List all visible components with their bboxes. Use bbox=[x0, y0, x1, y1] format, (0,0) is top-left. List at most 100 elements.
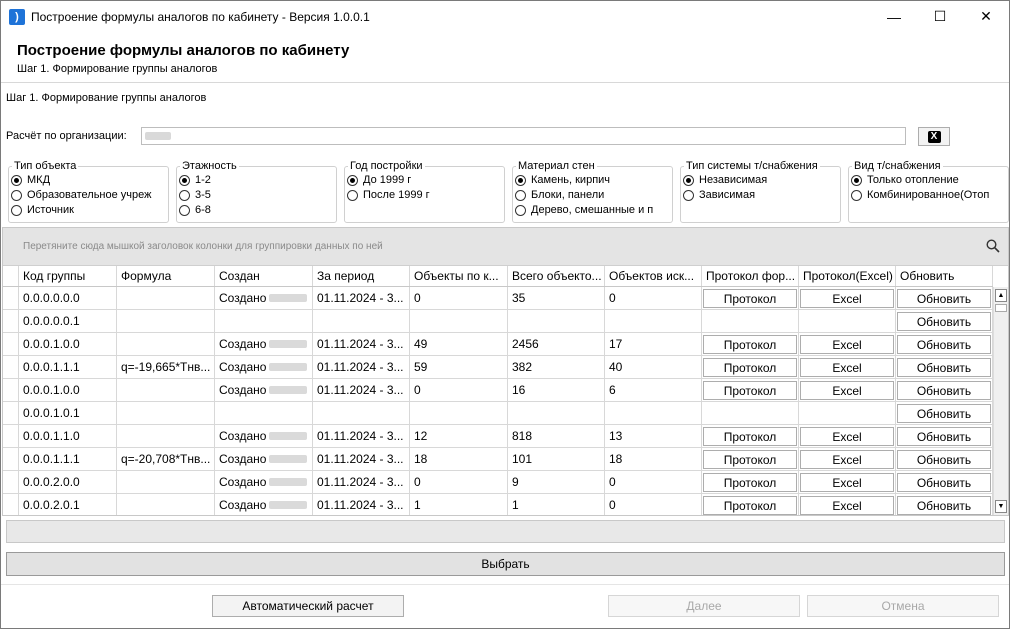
radio-button[interactable] bbox=[179, 189, 190, 201]
protocol-button[interactable]: Протокол bbox=[703, 473, 797, 492]
column-header[interactable]: Объектов иск... bbox=[605, 266, 702, 286]
filter-option[interactable]: 1-2 bbox=[179, 174, 335, 186]
protocol-button[interactable]: Протокол bbox=[703, 358, 797, 377]
protocol-button[interactable]: Протокол bbox=[703, 450, 797, 469]
row-indicator[interactable] bbox=[3, 287, 19, 309]
row-indicator[interactable] bbox=[3, 379, 19, 401]
table-row[interactable]: 0.0.0.0.0.0 Создано 01.11.2024 - 3... 0 35 0 П… bbox=[3, 287, 993, 310]
radio-button[interactable] bbox=[851, 189, 862, 201]
filter-option[interactable]: До 1999 г bbox=[347, 174, 503, 186]
refresh-button[interactable]: Обновить bbox=[897, 381, 991, 400]
filter-option[interactable]: 3-5 bbox=[179, 189, 335, 201]
filter-option[interactable]: Дерево, смешанные и п bbox=[515, 204, 671, 216]
table-row[interactable]: 0.0.0.2.0.0 Создано 01.11.2024 - 3... 0 9 0 Пр… bbox=[3, 471, 993, 494]
maximize-button[interactable]: ☐ bbox=[917, 1, 963, 32]
excel-button[interactable]: Excel bbox=[800, 427, 894, 446]
radio-button[interactable] bbox=[851, 174, 862, 186]
scroll-down-icon[interactable]: ▼ bbox=[995, 500, 1007, 513]
column-header[interactable]: Протокол(Excel) bbox=[799, 266, 896, 286]
row-indicator[interactable] bbox=[3, 310, 19, 332]
minimize-button[interactable]: — bbox=[871, 1, 917, 32]
filter-option[interactable]: После 1999 г bbox=[347, 189, 503, 201]
table-row[interactable]: 0.0.0.2.0.1 Создано 01.11.2024 - 3... 1 1 0 Пр… bbox=[3, 494, 993, 515]
protocol-button[interactable]: Протокол bbox=[703, 496, 797, 515]
row-indicator[interactable] bbox=[3, 494, 19, 515]
radio-button[interactable] bbox=[515, 189, 526, 201]
vertical-scrollbar[interactable]: ▲ ▼ bbox=[993, 287, 1008, 515]
refresh-button[interactable]: Обновить bbox=[897, 404, 991, 423]
radio-button[interactable] bbox=[11, 189, 22, 201]
excel-button[interactable]: Excel bbox=[800, 450, 894, 469]
refresh-button[interactable]: Обновить bbox=[897, 358, 991, 377]
protocol-button[interactable]: Протокол bbox=[703, 427, 797, 446]
table-row[interactable]: 0.0.0.1.1.1 q=-19,665*Tнв... Создано 01.11.… bbox=[3, 356, 993, 379]
filter-option[interactable]: Комбинированное(Отоп bbox=[851, 189, 1007, 201]
radio-button[interactable] bbox=[11, 204, 22, 216]
radio-button[interactable] bbox=[179, 204, 190, 216]
column-header[interactable]: Обновить bbox=[896, 266, 993, 286]
filter-option[interactable]: Независимая bbox=[683, 174, 839, 186]
excel-button[interactable]: Excel bbox=[800, 335, 894, 354]
row-indicator[interactable] bbox=[3, 448, 19, 470]
radio-button[interactable] bbox=[683, 174, 694, 186]
select-button[interactable]: Выбрать bbox=[6, 552, 1005, 576]
excel-button[interactable]: Excel bbox=[800, 358, 894, 377]
column-header[interactable]: Формула bbox=[117, 266, 215, 286]
filter-option[interactable]: Только отопление bbox=[851, 174, 1007, 186]
table-row[interactable]: 0.0.0.0.0.1 Обновить bbox=[3, 310, 993, 333]
table-row[interactable]: 0.0.0.1.1.0 Создано 01.11.2024 - 3... 12 818… bbox=[3, 425, 993, 448]
refresh-button[interactable]: Обновить bbox=[897, 335, 991, 354]
refresh-button[interactable]: Обновить bbox=[897, 289, 991, 308]
row-indicator[interactable] bbox=[3, 471, 19, 493]
protocol-button[interactable]: Протокол bbox=[703, 335, 797, 354]
filter-option[interactable]: МКД bbox=[11, 174, 167, 186]
column-header[interactable]: Код группы bbox=[19, 266, 117, 286]
column-header[interactable]: Протокол фор... bbox=[702, 266, 799, 286]
cancel-button[interactable]: Отмена bbox=[807, 595, 999, 617]
radio-button[interactable] bbox=[11, 174, 22, 186]
radio-button[interactable] bbox=[179, 174, 190, 186]
filter-option[interactable]: 6-8 bbox=[179, 204, 335, 216]
radio-button[interactable] bbox=[683, 189, 694, 201]
table-row[interactable]: 0.0.0.1.0.0 Создано 01.11.2024 - 3... 49 245… bbox=[3, 333, 993, 356]
protocol-button[interactable]: Протокол bbox=[703, 289, 797, 308]
search-icon[interactable] bbox=[986, 239, 1000, 253]
column-header[interactable]: Всего объекто... bbox=[508, 266, 605, 286]
radio-button[interactable] bbox=[347, 174, 358, 186]
refresh-button[interactable]: Обновить bbox=[897, 427, 991, 446]
scroll-thumb[interactable] bbox=[995, 304, 1007, 312]
org-field[interactable] bbox=[141, 127, 906, 145]
next-button[interactable]: Далее bbox=[608, 595, 800, 617]
excel-button[interactable]: Excel bbox=[800, 381, 894, 400]
close-window-button[interactable]: ✕ bbox=[963, 1, 1009, 32]
clear-org-button[interactable]: X bbox=[918, 127, 950, 146]
refresh-button[interactable]: Обновить bbox=[897, 473, 991, 492]
excel-button[interactable]: Excel bbox=[800, 496, 894, 515]
excel-button[interactable]: Excel bbox=[800, 289, 894, 308]
radio-button[interactable] bbox=[347, 189, 358, 201]
radio-button[interactable] bbox=[515, 174, 526, 186]
table-row[interactable]: 0.0.0.1.0.1 Обновить bbox=[3, 402, 993, 425]
excel-button[interactable]: Excel bbox=[800, 473, 894, 492]
filter-option[interactable]: Блоки, панели bbox=[515, 189, 671, 201]
refresh-button[interactable]: Обновить bbox=[897, 312, 991, 331]
table-row[interactable]: 0.0.0.1.0.0 Создано 01.11.2024 - 3... 0 16 6 П… bbox=[3, 379, 993, 402]
auto-calc-button[interactable]: Автоматический расчет bbox=[212, 595, 404, 617]
filter-option[interactable]: Образовательное учреж bbox=[11, 189, 167, 201]
protocol-button[interactable]: Протокол bbox=[703, 381, 797, 400]
filter-option[interactable]: Зависимая bbox=[683, 189, 839, 201]
column-header[interactable]: Создан bbox=[215, 266, 313, 286]
row-indicator[interactable] bbox=[3, 333, 19, 355]
group-panel[interactable]: Перетяните сюда мышкой заголовок колонки… bbox=[3, 228, 1008, 266]
scroll-up-icon[interactable]: ▲ bbox=[995, 289, 1007, 302]
refresh-button[interactable]: Обновить bbox=[897, 496, 991, 515]
refresh-button[interactable]: Обновить bbox=[897, 450, 991, 469]
column-header[interactable]: За период bbox=[313, 266, 410, 286]
radio-button[interactable] bbox=[515, 204, 526, 216]
row-indicator[interactable] bbox=[3, 425, 19, 447]
table-row[interactable]: 0.0.0.1.1.1 q=-20,708*Tнв... Создано 01.11.… bbox=[3, 448, 993, 471]
filter-option[interactable]: Источник bbox=[11, 204, 167, 216]
column-header[interactable]: Объекты по к... bbox=[410, 266, 508, 286]
filter-option[interactable]: Камень, кирпич bbox=[515, 174, 671, 186]
row-indicator[interactable] bbox=[3, 402, 19, 424]
